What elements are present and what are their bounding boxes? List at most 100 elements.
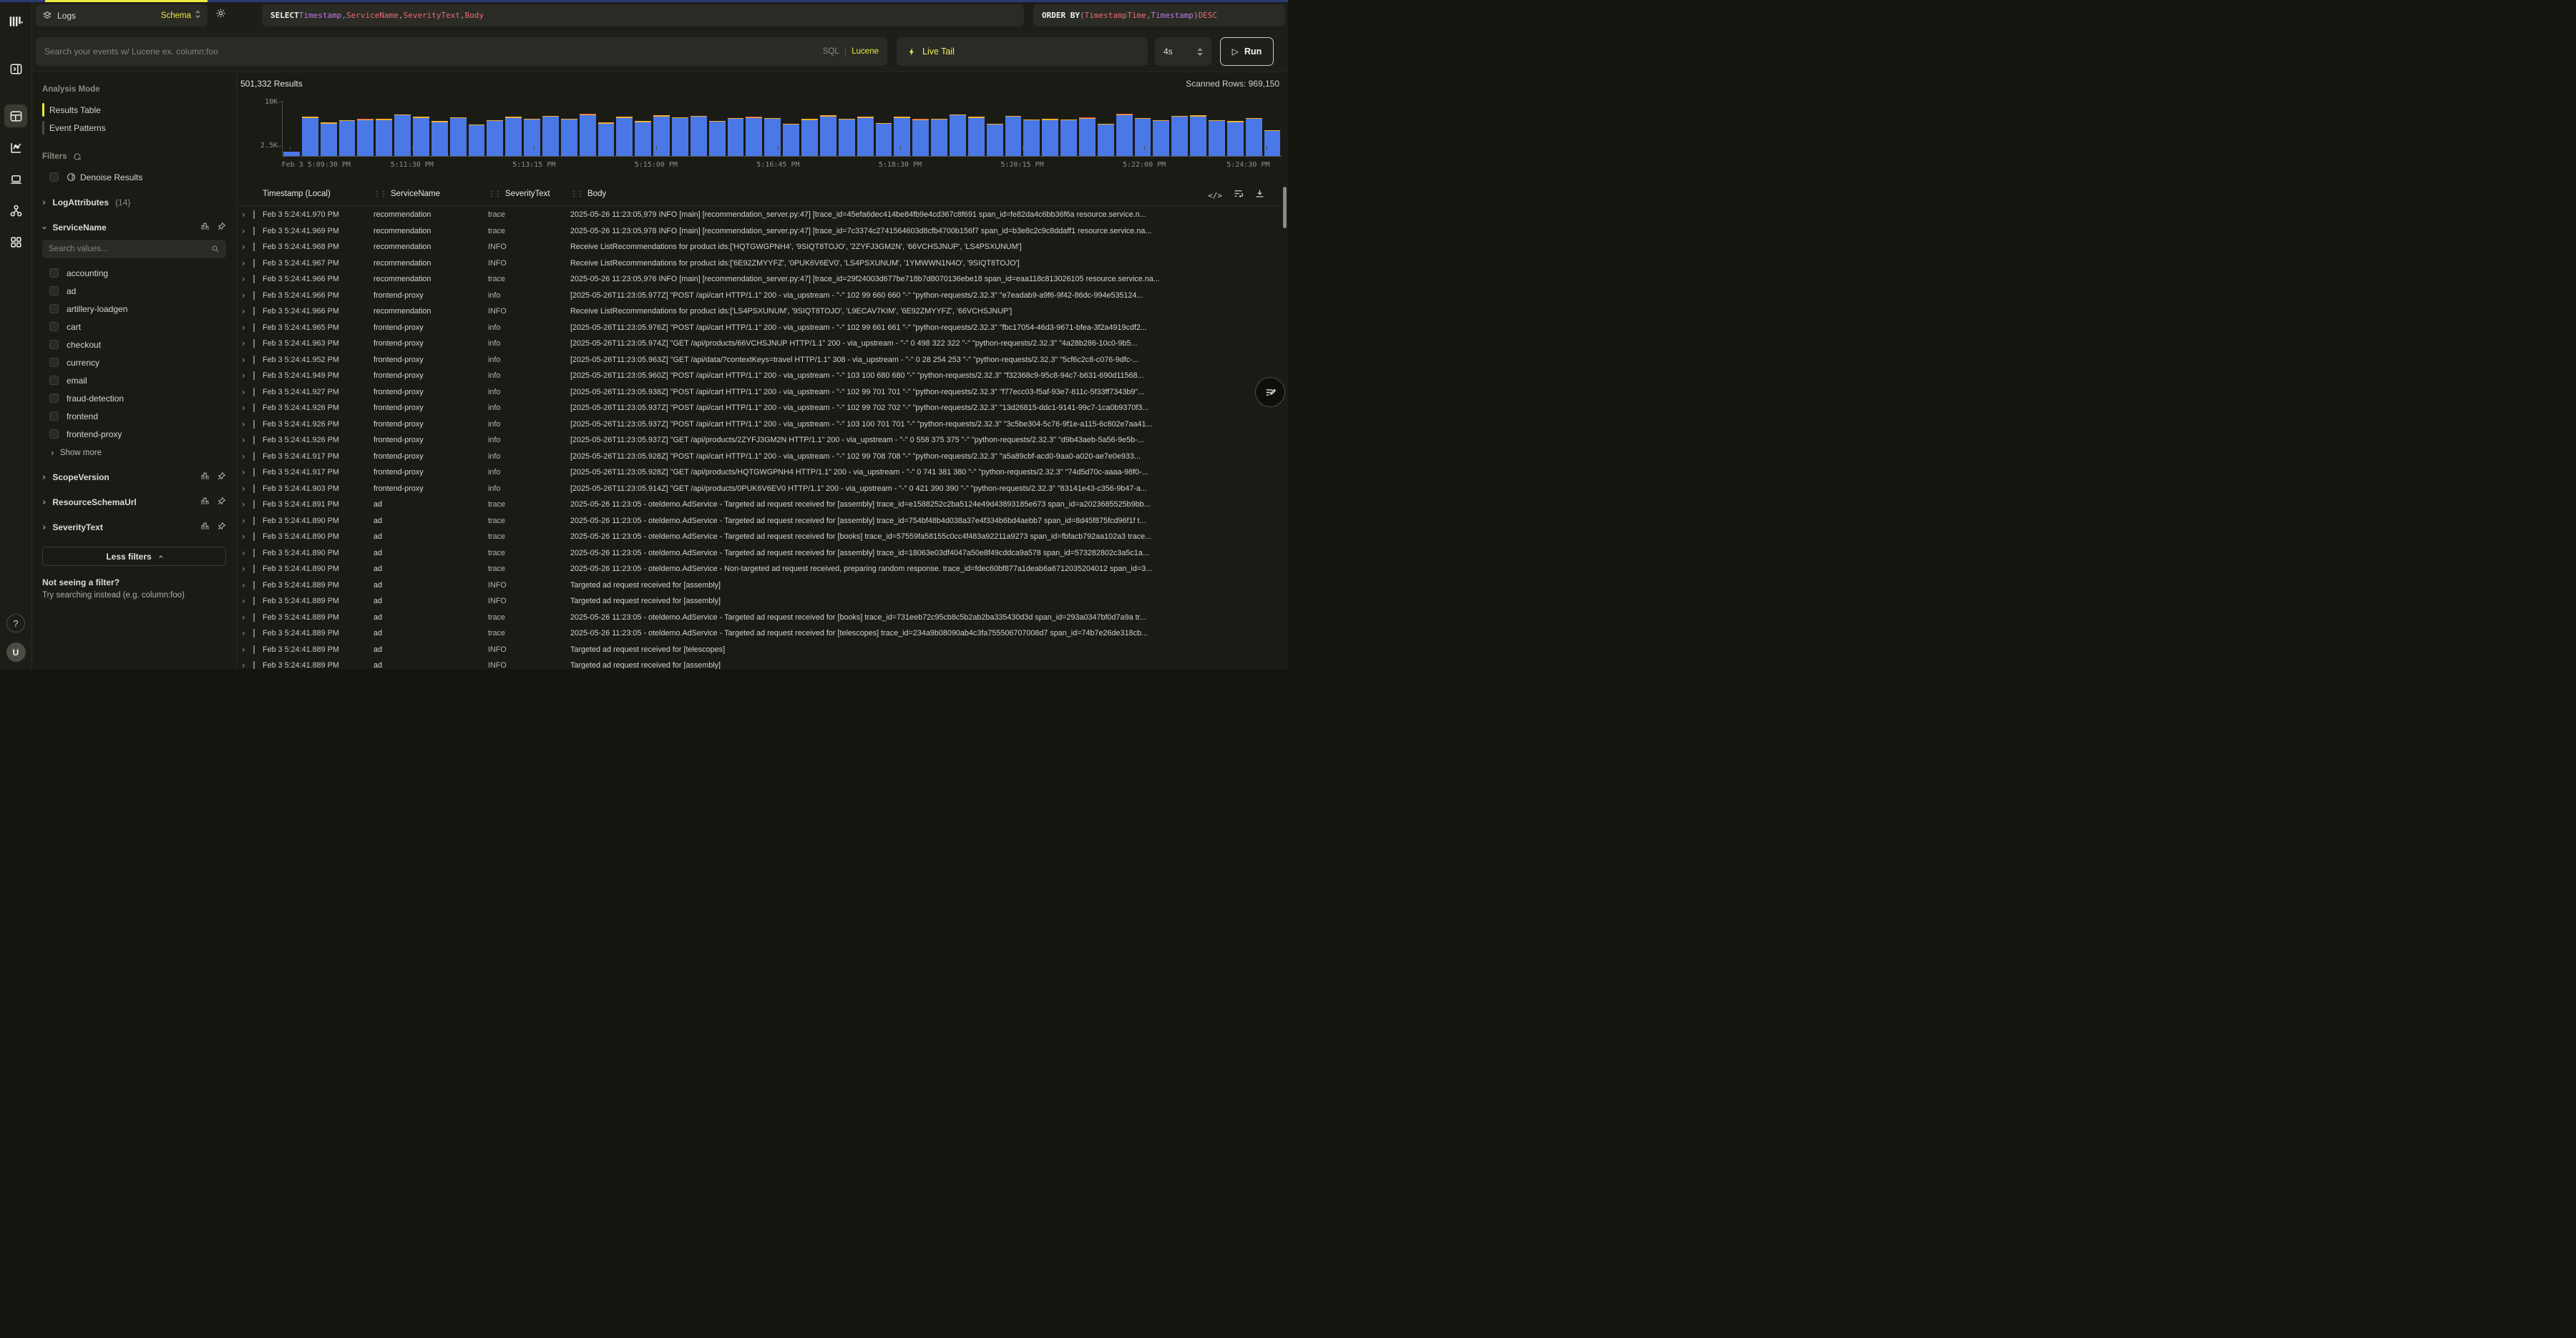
service-value-frontend[interactable]: frontend: [32, 407, 236, 425]
service-value-ad[interactable]: ad: [32, 282, 236, 300]
service-value-accounting[interactable]: accounting: [32, 264, 236, 282]
service-value-currency[interactable]: currency: [32, 353, 236, 371]
histogram-bar[interactable]: [691, 116, 707, 156]
user-avatar[interactable]: U: [6, 643, 26, 662]
histogram-bar[interactable]: [505, 117, 522, 156]
wrap-lines-icon[interactable]: [1233, 188, 1244, 202]
table-row[interactable]: ›Feb 3 5:24:41.890 PMadtrace2025-05-26 1…: [238, 545, 1281, 562]
service-search-input[interactable]: Search values...: [42, 240, 226, 258]
table-row[interactable]: ›Feb 3 5:24:41.903 PMfrontend-proxyinfo[…: [238, 481, 1281, 497]
table-row[interactable]: ›Feb 3 5:24:41.926 PMfrontend-proxyinfo[…: [238, 432, 1281, 449]
histogram-bar[interactable]: [857, 117, 874, 156]
filter-section-scopeversion[interactable]: ›ScopeVersion: [32, 468, 236, 487]
help-icon[interactable]: ?: [6, 614, 25, 633]
row-expand-chevron[interactable]: ›: [242, 580, 245, 590]
interval-select[interactable]: 4s: [1155, 37, 1211, 66]
histogram-bar[interactable]: [283, 152, 300, 156]
lucene-toggle[interactable]: Lucene: [852, 47, 879, 56]
histogram-bar[interactable]: [1116, 114, 1133, 156]
drag-handle-icon[interactable]: ⋮⋮: [374, 190, 386, 198]
row-expand-chevron[interactable]: ›: [242, 596, 245, 606]
vertical-scrollbar[interactable]: [1283, 185, 1287, 668]
histogram-bar[interactable]: [1246, 118, 1262, 156]
row-expand-chevron[interactable]: ›: [242, 338, 245, 348]
row-expand-chevron[interactable]: ›: [242, 323, 245, 333]
row-expand-chevron[interactable]: ›: [242, 355, 245, 365]
histogram-bar[interactable]: [1153, 120, 1169, 156]
histogram-bar[interactable]: [820, 115, 836, 156]
histogram-bar[interactable]: [1042, 119, 1058, 156]
histogram-bar[interactable]: [1209, 120, 1225, 156]
schema-label[interactable]: Schema: [161, 11, 191, 20]
table-row[interactable]: ›Feb 3 5:24:41.952 PMfrontend-proxyinfo[…: [238, 352, 1281, 368]
mode-item-event-patterns[interactable]: Event Patterns: [32, 119, 236, 137]
histogram-bar[interactable]: [912, 119, 929, 156]
histogram-bar[interactable]: [968, 117, 985, 156]
histogram-bar[interactable]: [728, 118, 744, 156]
gear-icon[interactable]: [215, 8, 226, 22]
histogram-bar[interactable]: [1264, 130, 1281, 156]
live-tail-button[interactable]: Live Tail: [897, 37, 1148, 66]
histogram-bar[interactable]: [635, 121, 651, 156]
table-row[interactable]: ›Feb 3 5:24:41.926 PMfrontend-proxyinfo[…: [238, 400, 1281, 416]
orderby-query-input[interactable]: ORDER BY (TimestampTime, Timestamp) DESC: [1033, 4, 1285, 26]
histogram-bar[interactable]: [302, 117, 318, 156]
checkbox[interactable]: [49, 376, 59, 385]
laptop-icon[interactable]: [4, 167, 27, 190]
table-row[interactable]: ›Feb 3 5:24:41.889 PMadINFOTargeted ad r…: [238, 593, 1281, 610]
histogram-bar[interactable]: [950, 114, 966, 156]
logo-bars-icon[interactable]: [4, 10, 27, 33]
row-expand-chevron[interactable]: ›: [242, 532, 245, 542]
histogram-bar[interactable]: [357, 119, 374, 156]
histogram-bar[interactable]: [1005, 116, 1022, 156]
download-icon[interactable]: [1254, 188, 1265, 202]
col-header-body[interactable]: ⋮⋮Body: [570, 190, 606, 198]
filter-section-resourceschemaurl[interactable]: ›ResourceSchemaUrl: [32, 493, 236, 512]
row-expand-chevron[interactable]: ›: [242, 226, 245, 236]
row-expand-chevron[interactable]: ›: [242, 628, 245, 638]
histogram-bar[interactable]: [876, 123, 892, 156]
table-row[interactable]: ›Feb 3 5:24:41.891 PMadtrace2025-05-26 1…: [238, 497, 1281, 513]
col-header-servicename[interactable]: ⋮⋮ServiceName: [374, 190, 440, 198]
histogram-bar[interactable]: [1227, 121, 1244, 156]
row-expand-chevron[interactable]: ›: [242, 612, 245, 622]
checkbox[interactable]: [49, 322, 59, 331]
service-value-email[interactable]: email: [32, 371, 236, 389]
table-row[interactable]: ›Feb 3 5:24:41.970 PMrecommendationtrace…: [238, 207, 1281, 223]
row-expand-chevron[interactable]: ›: [242, 451, 245, 462]
histogram-bar[interactable]: [431, 121, 448, 156]
table-row[interactable]: ›Feb 3 5:24:41.889 PMadINFOTargeted ad r…: [238, 577, 1281, 594]
row-expand-chevron[interactable]: ›: [242, 242, 245, 252]
row-expand-chevron[interactable]: ›: [242, 274, 245, 284]
checkbox[interactable]: [49, 304, 59, 313]
row-expand-chevron[interactable]: ›: [242, 419, 245, 429]
row-expand-chevron[interactable]: ›: [242, 387, 245, 397]
histogram-bar[interactable]: [339, 120, 356, 156]
pin-icon[interactable]: [217, 472, 226, 483]
histogram-bar[interactable]: [783, 124, 799, 156]
table-row[interactable]: ›Feb 3 5:24:41.890 PMadtrace2025-05-26 1…: [238, 529, 1281, 545]
table-row[interactable]: ›Feb 3 5:24:41.969 PMrecommendationtrace…: [238, 223, 1281, 240]
table-row[interactable]: ›Feb 3 5:24:41.967 PMrecommendationINFOR…: [238, 255, 1281, 272]
code-icon[interactable]: </>: [1208, 191, 1222, 200]
row-expand-chevron[interactable]: ›: [242, 210, 245, 220]
chart-icon[interactable]: [4, 136, 27, 159]
table-row[interactable]: ›Feb 3 5:24:41.889 PMadINFOTargeted ad r…: [238, 658, 1281, 669]
mode-item-results-table[interactable]: Results Table: [32, 101, 236, 119]
table-icon[interactable]: [4, 104, 27, 127]
refresh-icon[interactable]: [73, 152, 82, 161]
log-attributes-section[interactable]: › LogAttributes {14}: [32, 193, 236, 212]
histogram-bar[interactable]: [1135, 118, 1151, 156]
histogram-icon[interactable]: [200, 222, 210, 233]
service-value-frontend-proxy[interactable]: frontend-proxy: [32, 425, 236, 443]
histogram-bar[interactable]: [1190, 115, 1206, 156]
pin-icon[interactable]: [217, 497, 226, 508]
row-expand-chevron[interactable]: ›: [242, 548, 245, 558]
histogram-bar[interactable]: [394, 114, 411, 156]
denoise-checkbox-row[interactable]: Denoise Results: [32, 168, 236, 186]
console-icon[interactable]: [4, 57, 27, 80]
row-expand-chevron[interactable]: ›: [242, 516, 245, 526]
row-expand-chevron[interactable]: ›: [242, 435, 245, 445]
histogram-bar[interactable]: [321, 122, 337, 156]
table-row[interactable]: ›Feb 3 5:24:41.890 PMadtrace2025-05-26 1…: [238, 513, 1281, 529]
